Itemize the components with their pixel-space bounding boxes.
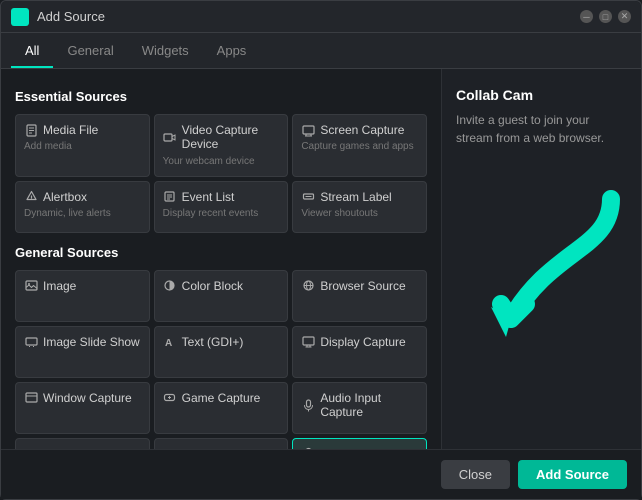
window-capture-icon (24, 391, 38, 405)
source-openvr[interactable]: OpenVR Capture (154, 438, 289, 449)
tabs-bar: All General Widgets Apps (1, 33, 641, 69)
text-gdi-name: Text (GDI+) (182, 335, 244, 349)
image-name: Image (43, 279, 76, 293)
image-slideshow-icon (24, 335, 38, 349)
video-capture-desc: Your webcam device (163, 155, 280, 168)
source-event-list[interactable]: Event List Display recent events (154, 181, 289, 233)
titlebar: Add Source ─ □ ✕ (1, 1, 641, 33)
media-file-name: Media File (43, 123, 98, 137)
essential-sources-title: Essential Sources (15, 89, 427, 104)
stream-label-desc: Viewer shoutouts (301, 207, 418, 220)
app-icon (11, 8, 29, 26)
essential-sources-grid: Media File Add media Video Capture Devic… (15, 114, 427, 233)
source-browser-source[interactable]: Browser Source (292, 270, 427, 322)
event-list-desc: Display recent events (163, 207, 280, 220)
window-capture-name: Window Capture (43, 391, 132, 405)
source-audio-input[interactable]: Audio Input Capture (292, 382, 427, 434)
tab-widgets[interactable]: Widgets (128, 33, 203, 68)
browser-source-name: Browser Source (320, 279, 405, 293)
arrow-indicator (471, 189, 631, 369)
general-sources-grid: Image Color Block (15, 270, 427, 449)
minimize-button[interactable]: ─ (580, 10, 593, 23)
tab-all[interactable]: All (11, 33, 53, 68)
source-text-gdi[interactable]: A Text (GDI+) (154, 326, 289, 378)
screen-capture-desc: Capture games and apps (301, 140, 418, 153)
source-display-capture[interactable]: Display Capture (292, 326, 427, 378)
alertbox-icon (24, 190, 38, 204)
media-file-desc: Add media (24, 140, 141, 153)
screen-capture-icon (301, 123, 315, 137)
stream-label-icon (301, 190, 315, 204)
right-panel-desc: Invite a guest to join your stream from … (456, 111, 627, 147)
video-capture-name: Video Capture Device (182, 123, 280, 152)
add-source-button[interactable]: Add Source (518, 460, 627, 489)
source-image[interactable]: Image (15, 270, 150, 322)
color-block-name: Color Block (182, 279, 243, 293)
tab-general[interactable]: General (53, 33, 127, 68)
maximize-button[interactable]: □ (599, 10, 612, 23)
right-panel: Collab Cam Invite a guest to join your s… (441, 69, 641, 449)
display-capture-icon (301, 335, 315, 349)
alertbox-desc: Dynamic, live alerts (24, 207, 141, 220)
source-color-block[interactable]: Color Block (154, 270, 289, 322)
close-window-button[interactable]: ✕ (618, 10, 631, 23)
source-game-capture[interactable]: Game Capture (154, 382, 289, 434)
close-button[interactable]: Close (441, 460, 510, 489)
audio-input-name: Audio Input Capture (320, 391, 418, 420)
source-stream-label[interactable]: Stream Label Viewer shoutouts (292, 181, 427, 233)
screen-capture-name: Screen Capture (320, 123, 404, 137)
source-window-capture[interactable]: Window Capture (15, 382, 150, 434)
display-capture-name: Display Capture (320, 335, 405, 349)
image-slideshow-name: Image Slide Show (43, 335, 140, 349)
window-controls: ─ □ ✕ (580, 10, 631, 23)
source-video-capture[interactable]: Video Capture Device Your webcam device (154, 114, 289, 177)
browser-source-icon (301, 279, 315, 293)
general-sources-title: General Sources (15, 245, 427, 260)
source-screen-capture[interactable]: Screen Capture Capture games and apps (292, 114, 427, 177)
audio-input-icon (301, 398, 315, 412)
source-image-slideshow[interactable]: Image Slide Show (15, 326, 150, 378)
footer: Close Add Source (1, 449, 641, 499)
source-collab-cam[interactable]: Collab Cam (292, 438, 427, 449)
source-audio-output[interactable]: Audio Output Capture (15, 438, 150, 449)
image-icon (24, 279, 38, 293)
svg-text:A: A (165, 338, 172, 348)
tab-apps[interactable]: Apps (203, 33, 261, 68)
event-list-icon (163, 190, 177, 204)
left-panel: Essential Sources Media File Add media (1, 69, 441, 449)
game-capture-icon (163, 391, 177, 405)
video-capture-icon (163, 130, 177, 144)
right-panel-title: Collab Cam (456, 87, 627, 103)
add-source-window: Add Source ─ □ ✕ All General Widgets App… (0, 0, 642, 500)
window-title: Add Source (37, 9, 580, 24)
color-block-icon (163, 279, 177, 293)
media-file-icon (24, 123, 38, 137)
source-alertbox[interactable]: Alertbox Dynamic, live alerts (15, 181, 150, 233)
source-media-file[interactable]: Media File Add media (15, 114, 150, 177)
game-capture-name: Game Capture (182, 391, 261, 405)
event-list-name: Event List (182, 190, 235, 204)
alertbox-name: Alertbox (43, 190, 87, 204)
stream-label-name: Stream Label (320, 190, 391, 204)
text-gdi-icon: A (163, 335, 177, 349)
content-area: Essential Sources Media File Add media (1, 69, 641, 449)
